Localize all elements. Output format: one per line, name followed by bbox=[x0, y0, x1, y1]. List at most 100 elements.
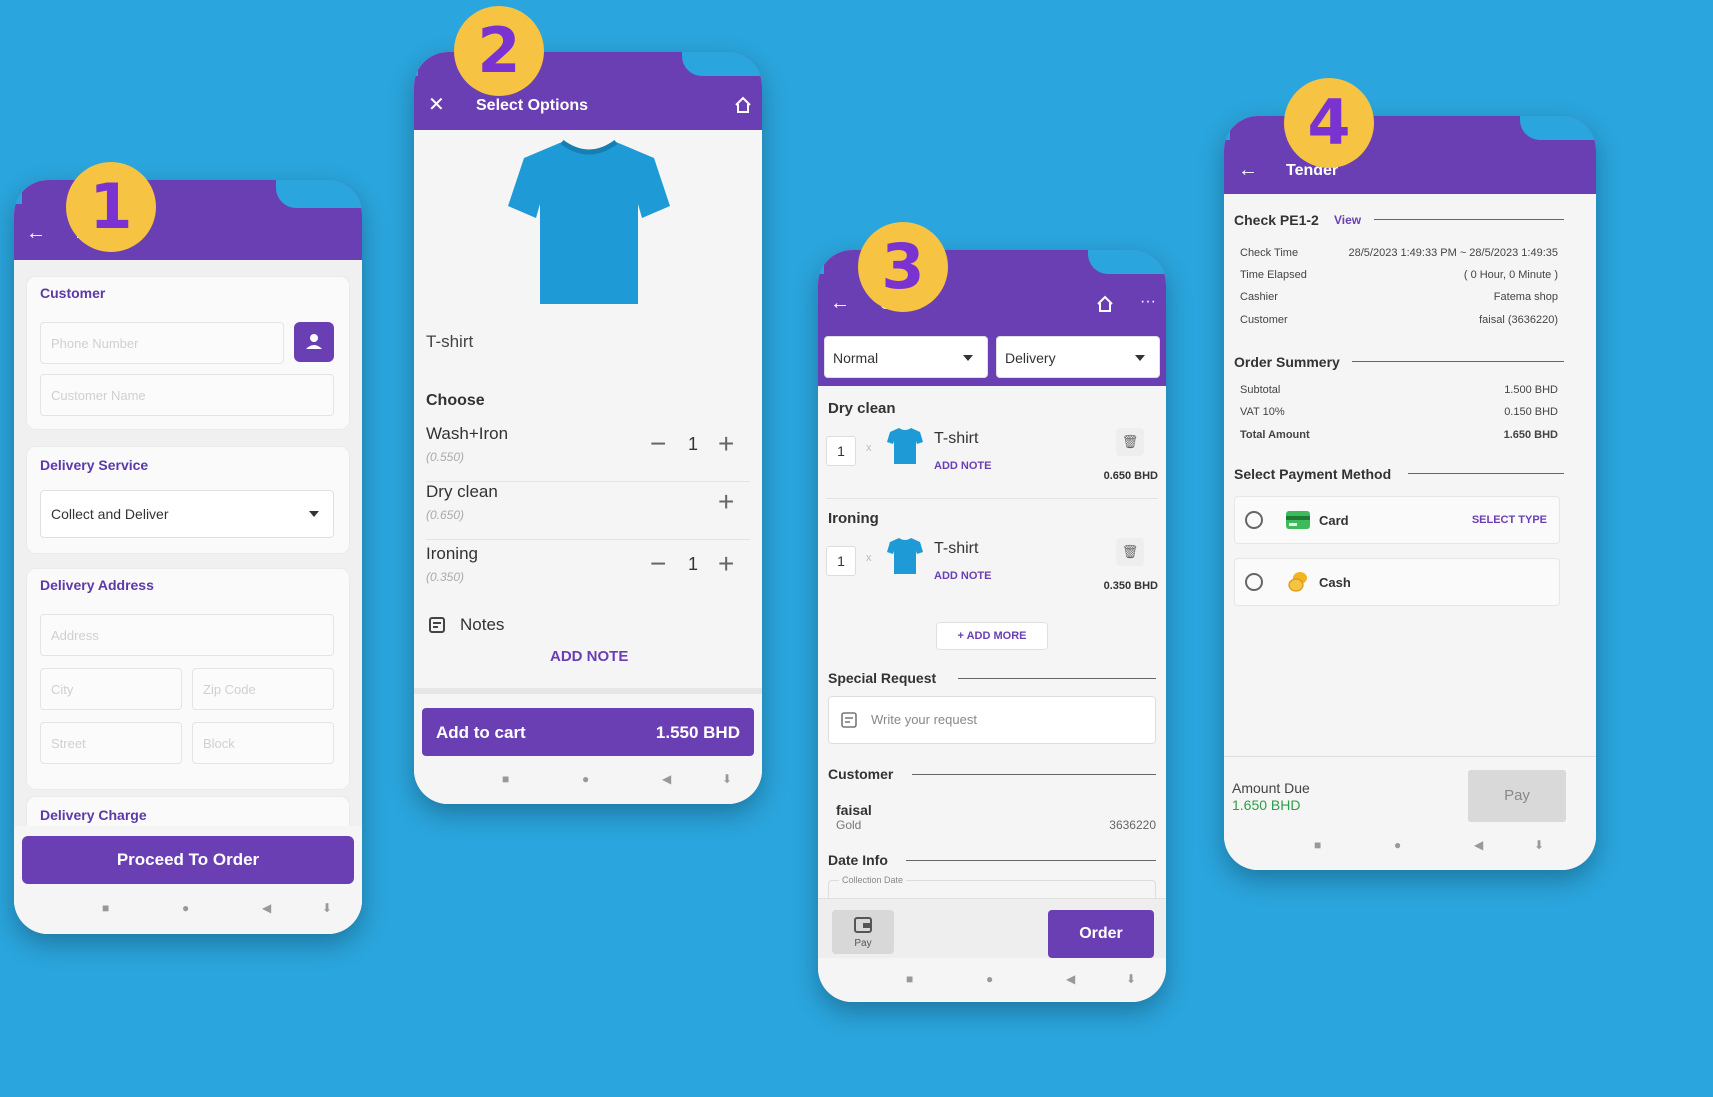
block-field[interactable]: Block bbox=[192, 722, 334, 764]
tshirt-image bbox=[508, 139, 670, 304]
order-mode-select[interactable]: Delivery bbox=[996, 336, 1160, 378]
special-request-input[interactable]: Write your request bbox=[828, 696, 1156, 744]
proceed-to-order-button[interactable]: Proceed To Order bbox=[22, 836, 354, 884]
choose-label: Choose bbox=[426, 392, 485, 409]
trash-icon[interactable]: 🗑 bbox=[1116, 538, 1144, 566]
street-field[interactable]: Street bbox=[40, 722, 182, 764]
order-type-select[interactable]: Normal bbox=[824, 336, 988, 378]
date-info-label: Date Info bbox=[828, 852, 888, 868]
view-link[interactable]: View bbox=[1334, 213, 1361, 227]
customer-phone: 3636220 bbox=[1109, 818, 1156, 832]
pay-button[interactable]: Pay bbox=[832, 910, 894, 954]
group-title-ironing: Ironing bbox=[828, 510, 879, 527]
keyboard-icon[interactable]: ⬇ bbox=[1534, 838, 1544, 852]
order-button[interactable]: Order bbox=[1048, 910, 1154, 958]
item-qty[interactable]: 1 bbox=[826, 546, 856, 576]
recent-apps-icon[interactable]: ■ bbox=[906, 972, 913, 986]
recent-apps-icon[interactable]: ■ bbox=[502, 772, 509, 786]
keyboard-icon[interactable]: ⬇ bbox=[1126, 972, 1136, 986]
home-icon[interactable] bbox=[1096, 295, 1114, 313]
step-badge-2: 2 bbox=[454, 6, 544, 96]
back-icon[interactable]: ◀ bbox=[1474, 838, 1483, 852]
subtotal-key: Subtotal bbox=[1240, 384, 1281, 396]
recent-apps-icon[interactable]: ■ bbox=[102, 901, 109, 915]
phone-number-field[interactable]: Phone Number bbox=[40, 322, 284, 364]
phone-screen-delivery: ← D Customer Phone Number Customer Name … bbox=[14, 180, 362, 934]
payment-option-cash[interactable]: Cash bbox=[1234, 558, 1560, 606]
minus-icon[interactable]: − bbox=[650, 430, 666, 458]
customer-name-field[interactable]: Customer Name bbox=[40, 374, 334, 416]
back-arrow-icon[interactable]: ← bbox=[830, 293, 850, 313]
collection-date-label: Collection Date bbox=[839, 875, 907, 885]
cart-item: 1 x T-shirt ADD NOTE 🗑 0.350 BHD bbox=[826, 530, 1158, 600]
city-field[interactable]: City bbox=[40, 668, 182, 710]
close-icon[interactable]: ✕ bbox=[428, 95, 445, 115]
home-icon[interactable]: ● bbox=[1394, 838, 1401, 852]
phone-screen-tender: ← Tender Check PE1-2 View Check Time 28/… bbox=[1224, 116, 1596, 870]
group-title-dry-clean: Dry clean bbox=[828, 400, 896, 417]
item-price: 0.650 BHD bbox=[1103, 470, 1158, 482]
contact-picker-button[interactable] bbox=[294, 322, 334, 362]
option-row-dry-clean: Dry clean (0.650) + bbox=[426, 478, 750, 540]
back-icon[interactable]: ◀ bbox=[662, 772, 671, 786]
home-icon[interactable]: ● bbox=[582, 772, 589, 786]
notes-label: Notes bbox=[460, 615, 505, 634]
add-more-button[interactable]: + ADD MORE bbox=[936, 622, 1048, 650]
amount-due-label: Amount Due bbox=[1232, 780, 1310, 796]
add-note-link[interactable]: ADD NOTE bbox=[550, 648, 628, 665]
add-note-link[interactable]: ADD NOTE bbox=[934, 570, 991, 582]
back-icon[interactable]: ◀ bbox=[262, 901, 271, 915]
plus-icon[interactable]: + bbox=[718, 550, 734, 578]
back-icon[interactable]: ◀ bbox=[1066, 972, 1075, 986]
keyboard-icon[interactable]: ⬇ bbox=[722, 772, 732, 786]
recent-apps-icon[interactable]: ■ bbox=[1314, 838, 1321, 852]
cashier-key: Cashier bbox=[1240, 291, 1278, 303]
system-nav-bar: ■ ● ◀ ⬇ bbox=[414, 760, 762, 804]
pay-button[interactable]: Pay bbox=[1468, 770, 1566, 822]
home-icon[interactable] bbox=[734, 96, 752, 114]
step-badge-4: 4 bbox=[1284, 78, 1374, 168]
subtotal-value: 1.500 BHD bbox=[1504, 384, 1558, 396]
select-type-link[interactable]: SELECT TYPE bbox=[1472, 514, 1547, 526]
cart-item: 1 x T-shirt ADD NOTE 🗑 0.650 BHD bbox=[826, 420, 1158, 490]
customer-label: Customer bbox=[40, 285, 106, 301]
customer-name: faisal bbox=[836, 802, 872, 818]
zip-code-field[interactable]: Zip Code bbox=[192, 668, 334, 710]
add-note-link[interactable]: ADD NOTE bbox=[934, 460, 991, 472]
home-icon[interactable]: ● bbox=[986, 972, 993, 986]
payment-option-card[interactable]: Card SELECT TYPE bbox=[1234, 496, 1560, 544]
cash-radio[interactable] bbox=[1245, 573, 1263, 591]
step-badge-3: 3 bbox=[858, 222, 948, 312]
option-qty: 1 bbox=[688, 554, 699, 574]
back-arrow-icon[interactable]: ← bbox=[26, 223, 46, 243]
plus-icon[interactable]: + bbox=[718, 430, 734, 458]
step-badge-1: 1 bbox=[66, 162, 156, 252]
cashier-value: Fatema shop bbox=[1493, 291, 1558, 303]
card-radio[interactable] bbox=[1245, 511, 1263, 529]
check-time-key: Check Time bbox=[1240, 247, 1299, 259]
total-amount-value: 1.650 BHD bbox=[1503, 429, 1558, 441]
keyboard-icon[interactable]: ⬇ bbox=[322, 901, 332, 915]
minus-icon[interactable]: − bbox=[650, 550, 666, 578]
option-price: (0.550) bbox=[426, 450, 465, 464]
item-qty[interactable]: 1 bbox=[826, 436, 856, 466]
pay-label: Pay bbox=[854, 938, 872, 949]
delivery-service-label: Delivery Service bbox=[40, 457, 149, 473]
system-nav-bar: ■ ● ◀ ⬇ bbox=[818, 958, 1166, 1002]
option-name: Wash+Iron bbox=[426, 424, 509, 443]
address-field[interactable]: Address bbox=[40, 614, 334, 656]
trash-icon[interactable]: 🗑 bbox=[1116, 428, 1144, 456]
coins-icon bbox=[1288, 572, 1307, 592]
back-arrow-icon[interactable]: ← bbox=[1238, 160, 1258, 180]
more-icon[interactable]: ··· bbox=[1140, 292, 1156, 312]
amount-due-value: 1.650 BHD bbox=[1232, 797, 1301, 813]
wallet-icon bbox=[854, 917, 872, 933]
customer-label: Customer bbox=[828, 766, 894, 782]
delivery-service-select[interactable]: Collect and Deliver bbox=[40, 490, 334, 538]
total-amount-key: Total Amount bbox=[1240, 429, 1310, 441]
plus-icon[interactable]: + bbox=[718, 488, 734, 516]
home-icon[interactable]: ● bbox=[182, 901, 189, 915]
add-to-cart-button[interactable]: Add to cart 1.550 BHD bbox=[422, 708, 754, 756]
notes-icon bbox=[429, 617, 445, 633]
option-name: Ironing bbox=[426, 544, 478, 563]
